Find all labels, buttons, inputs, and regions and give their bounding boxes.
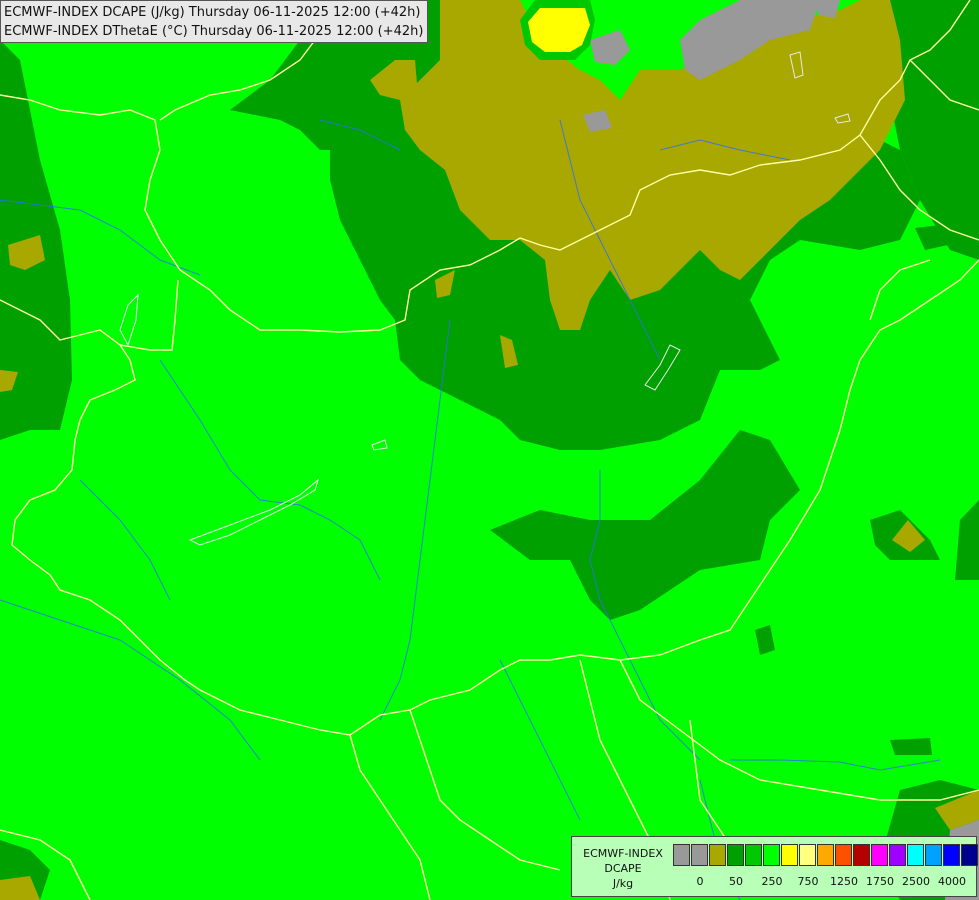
legend-ticks: 0 50 250 750 1250 1750 2500 4000	[673, 875, 973, 889]
color-legend: ECMWF-INDEX DCAPE J/kg 0 50 250 750 1250 1750…	[571, 836, 979, 897]
legend-swatch	[889, 844, 906, 866]
legend-swatch	[853, 844, 870, 866]
legend-swatch	[925, 844, 942, 866]
legend-tick-label: 50	[729, 875, 743, 888]
legend-swatch	[835, 844, 852, 866]
legend-swatch	[907, 844, 924, 866]
legend-swatch	[799, 844, 816, 866]
legend-title: ECMWF-INDEX DCAPE J/kg	[576, 846, 670, 891]
map-title-dcape: ECMWF-INDEX DCAPE (J/kg) Thursday 06-11-…	[4, 5, 421, 20]
legend-swatch	[745, 844, 762, 866]
legend-title-line3: J/kg	[612, 877, 634, 890]
legend-swatch	[961, 844, 978, 866]
legend-tick-label: 4000	[938, 875, 966, 888]
legend-tick-label: 250	[761, 875, 783, 888]
legend-swatch	[709, 844, 726, 866]
legend-title-line2: DCAPE	[604, 862, 642, 875]
legend-tick-label: 0	[696, 875, 704, 888]
legend-swatch	[817, 844, 834, 866]
yellow-region	[520, 0, 595, 60]
map-title-dthetae: ECMWF-INDEX DThetaE (°C) Thursday 06-11-…	[4, 24, 424, 39]
legend-tick-label: 1250	[830, 875, 858, 888]
map-title-box: ECMWF-INDEX DCAPE (J/kg) Thursday 06-11-…	[0, 0, 429, 43]
legend-tick-label: 750	[797, 875, 819, 888]
legend-swatch	[763, 844, 780, 866]
legend-swatch	[943, 844, 960, 866]
legend-swatch	[673, 844, 690, 866]
legend-title-line1: ECMWF-INDEX	[583, 847, 663, 860]
legend-swatch	[871, 844, 888, 866]
dcape-map	[0, 0, 979, 900]
legend-swatches	[673, 844, 979, 866]
legend-swatch	[727, 844, 744, 866]
legend-swatch	[691, 844, 708, 866]
legend-tick-label: 2500	[902, 875, 930, 888]
legend-tick-label: 1750	[866, 875, 894, 888]
map-canvas: ECMWF-INDEX DCAPE (J/kg) Thursday 06-11-…	[0, 0, 979, 900]
legend-swatch	[781, 844, 798, 866]
